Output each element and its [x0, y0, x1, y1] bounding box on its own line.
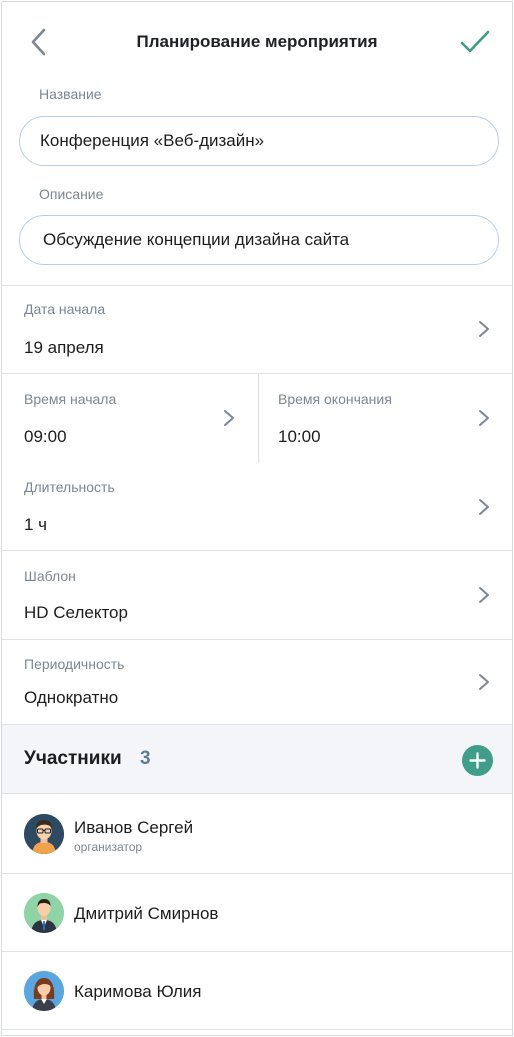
avatar-woman-icon — [24, 971, 64, 1011]
plus-icon — [469, 752, 486, 769]
chevron-right-icon — [479, 499, 489, 515]
participant-item[interactable]: Каримова Юлия — [2, 952, 512, 1030]
template-row[interactable]: Шаблон HD Селектор — [2, 551, 512, 639]
description-value: Обсуждение концепции дизайна сайта — [43, 230, 350, 249]
participants-count: 3 — [140, 748, 151, 769]
participant-name: Дмитрий Смирнов — [74, 904, 219, 923]
save-button[interactable] — [458, 26, 492, 58]
checkmark-icon — [460, 30, 490, 53]
participants-title: Участники — [24, 748, 122, 769]
recurrence-label: Периодичность — [24, 656, 125, 672]
duration-row[interactable]: Длительность 1 ч — [2, 463, 512, 550]
description-field[interactable]: Обсуждение концепции дизайна сайта — [19, 215, 499, 265]
end-time-label: Время окончания — [278, 391, 392, 407]
start-time-label: Время начала — [24, 391, 117, 407]
add-participant-button[interactable] — [462, 745, 493, 776]
participant-role: организатор — [74, 840, 143, 854]
start-time-value: 09:00 — [24, 427, 67, 446]
template-value: HD Селектор — [24, 603, 128, 622]
end-time-value: 10:00 — [278, 427, 321, 446]
chevron-right-icon — [479, 674, 489, 690]
chevron-right-icon — [224, 410, 234, 426]
participant-name: Каримова Юлия — [74, 982, 202, 1001]
page-title: Планирование мероприятия — [136, 32, 378, 51]
start-date-label: Дата начала — [24, 301, 106, 317]
participant-name: Иванов Сергей — [74, 818, 194, 837]
divider — [2, 724, 512, 725]
end-time-cell[interactable]: Время окончания 10:00 — [259, 374, 512, 463]
divider — [2, 1029, 512, 1030]
chevron-right-icon — [479, 321, 489, 337]
recurrence-row[interactable]: Периодичность Однократно — [2, 640, 512, 724]
chevron-right-icon — [479, 410, 489, 426]
start-date-value: 19 апреля — [24, 338, 104, 357]
name-field[interactable]: Конференция «Веб-дизайн» — [19, 116, 499, 166]
name-label: Название — [39, 86, 102, 102]
avatar-man-glasses-icon — [24, 814, 64, 854]
top-bar: Планирование мероприятия — [2, 2, 512, 82]
avatar-man-suit-icon — [24, 893, 64, 933]
duration-value: 1 ч — [24, 515, 48, 534]
participants-section-header: Участники 3 — [2, 724, 512, 794]
start-time-cell[interactable]: Время начала 09:00 — [2, 374, 258, 463]
duration-label: Длительность — [24, 479, 115, 495]
participant-item[interactable]: Дмитрий Смирнов — [2, 874, 512, 952]
template-label: Шаблон — [24, 568, 76, 584]
divider — [2, 793, 512, 794]
name-value: Конференция «Веб-дизайн» — [40, 131, 265, 150]
participant-item[interactable]: Иванов Сергей организатор — [2, 795, 512, 873]
chevron-right-icon — [479, 587, 489, 603]
start-date-row[interactable]: Дата начала 19 апреля — [2, 286, 512, 373]
description-label: Описание — [39, 186, 104, 202]
app-screen: Планирование мероприятия Название Конфер… — [1, 1, 513, 1036]
recurrence-value: Однократно — [24, 688, 119, 707]
